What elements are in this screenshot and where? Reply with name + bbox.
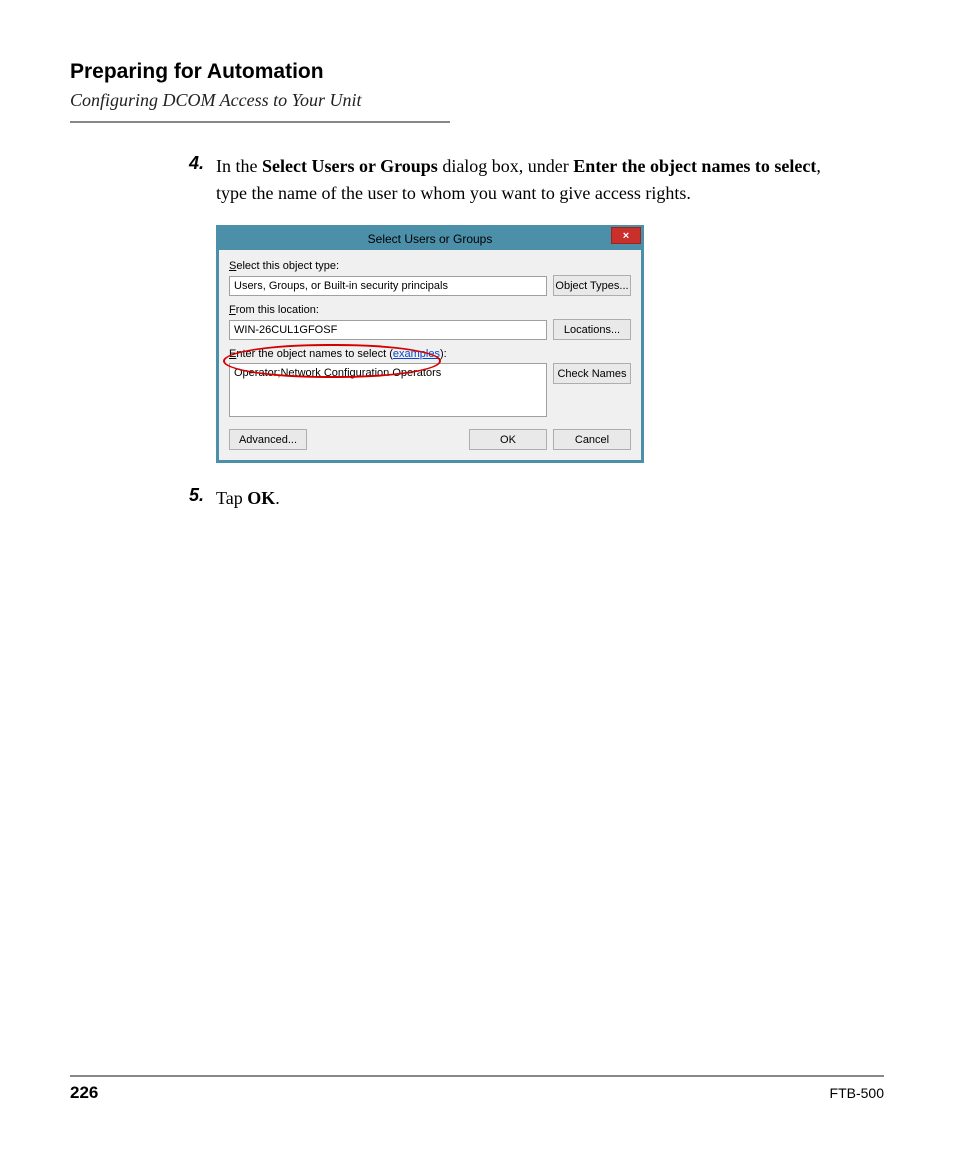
text-fragment: In the (216, 156, 262, 176)
close-button[interactable]: × (611, 227, 641, 244)
dialog-screenshot: Select Users or Groups × SSelect this ob… (216, 225, 844, 463)
select-users-dialog: Select Users or Groups × SSelect this ob… (216, 225, 644, 463)
object-names-textarea[interactable]: Operator;Network Configuration Operators (229, 363, 547, 417)
text-bold: OK (247, 488, 275, 508)
step-number: 4. (180, 153, 216, 207)
names-label: Enter the object names to select (exampl… (229, 348, 631, 360)
step-number: 5. (180, 485, 216, 512)
close-icon: × (623, 230, 629, 242)
step-text: In the Select Users or Groups dialog box… (216, 153, 844, 207)
object-type-field[interactable] (229, 276, 547, 296)
page-footer: 226 FTB-500 (70, 1075, 884, 1103)
header-divider (70, 121, 450, 123)
locations-button[interactable]: Locations... (553, 319, 631, 340)
text-fragment: . (275, 488, 280, 508)
text-bold: Select Users or Groups (262, 156, 438, 176)
text-fragment: Tap (216, 488, 247, 508)
page-title: Preparing for Automation (70, 60, 884, 84)
footer-divider (70, 1075, 884, 1077)
object-type-label: SSelect this object type:elect this obje… (229, 260, 631, 272)
page-subtitle: Configuring DCOM Access to Your Unit (70, 90, 884, 111)
text-fragment: dialog box, under (438, 156, 573, 176)
dialog-title: Select Users or Groups (368, 232, 493, 246)
paren-close: ): (440, 348, 447, 360)
examples-link[interactable]: examples (393, 348, 440, 360)
check-names-button[interactable]: Check Names (553, 363, 631, 384)
location-label: From this location:From this location: (229, 304, 631, 316)
step-text: Tap OK. (216, 485, 280, 512)
document-id: FTB-500 (830, 1085, 884, 1101)
text-bold: Enter the object names to select (573, 156, 816, 176)
page-number: 226 (70, 1083, 98, 1103)
advanced-button[interactable]: Advanced... (229, 429, 307, 450)
object-types-button[interactable]: Object Types... (553, 275, 631, 296)
step-4: 4. In the Select Users or Groups dialog … (180, 153, 844, 207)
cancel-button[interactable]: Cancel (553, 429, 631, 450)
location-field[interactable] (229, 320, 547, 340)
dialog-titlebar: Select Users or Groups × (219, 228, 641, 250)
step-5: 5. Tap OK. (180, 485, 844, 512)
dialog-body: SSelect this object type:elect this obje… (219, 250, 641, 460)
ok-button[interactable]: OK (469, 429, 547, 450)
